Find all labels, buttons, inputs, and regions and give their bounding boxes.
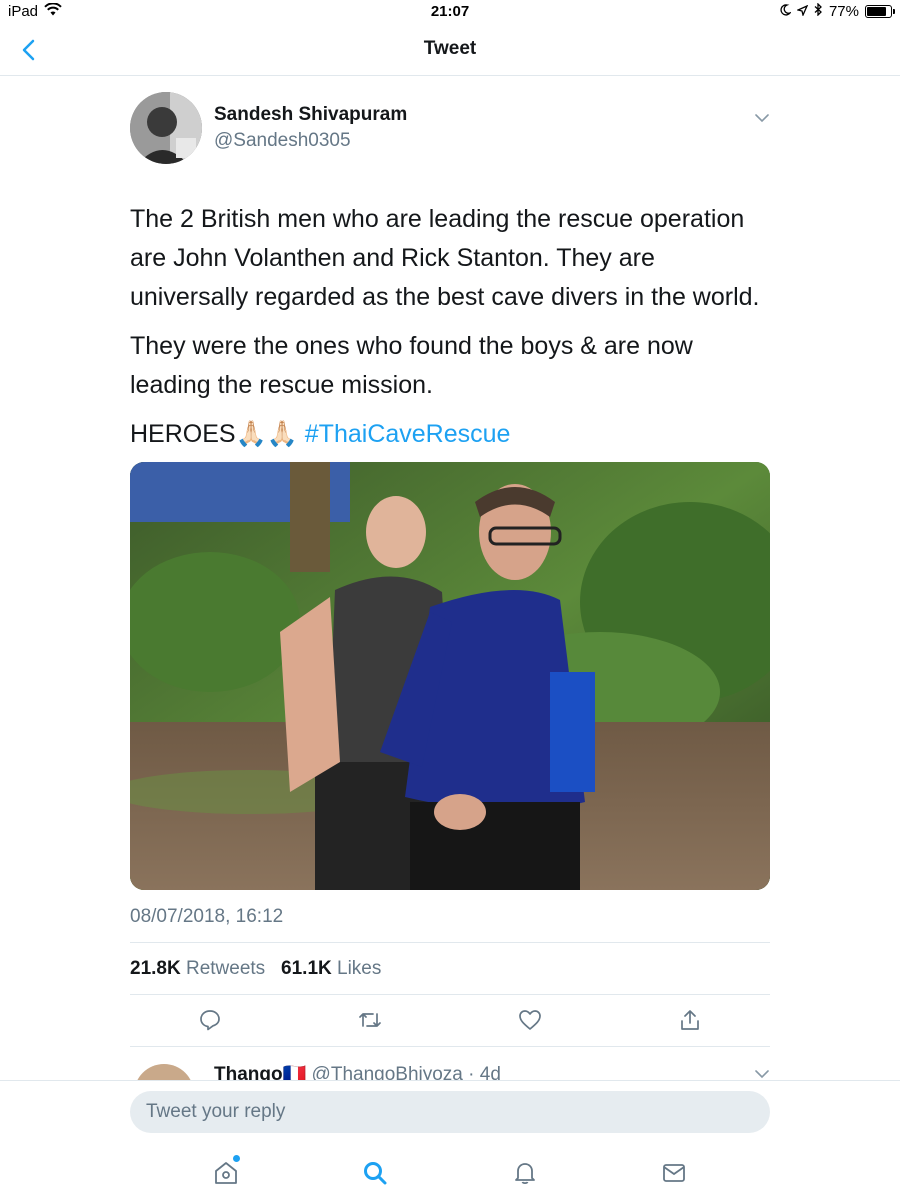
tab-messages[interactable]	[656, 1155, 692, 1191]
tab-search[interactable]	[357, 1155, 393, 1191]
retweet-label: Retweets	[185, 958, 266, 979]
location-icon	[795, 3, 809, 20]
status-time: 21:07	[430, 3, 470, 20]
tweet-timestamp: 08/07/2018, 16:12	[130, 906, 284, 927]
battery-percent: 77%	[828, 3, 859, 20]
tweet-text-heroes: HEROES🙏🏻🙏🏻	[130, 420, 305, 448]
chevron-down-icon	[755, 114, 769, 123]
tweet-paragraph-2: They were the ones who found the boys & …	[130, 332, 693, 399]
page-title: Tweet	[423, 38, 477, 59]
reply-button[interactable]	[196, 1006, 224, 1034]
tweet-photo[interactable]	[130, 462, 770, 890]
avatar[interactable]	[130, 92, 202, 164]
retweets-stat[interactable]: 21.8K Retweets	[130, 958, 265, 979]
heart-icon	[519, 1010, 541, 1030]
photo-image	[130, 462, 770, 890]
divider	[130, 1046, 770, 1047]
tab-home[interactable]	[208, 1155, 244, 1191]
tweet-text: The 2 British men who are leading the re…	[130, 200, 770, 464]
home-icon	[215, 1162, 237, 1184]
author-info[interactable]: Sandesh Shivapuram @Sandesh0305	[214, 104, 407, 152]
author-handle[interactable]: @Sandesh0305	[214, 130, 407, 152]
reply-icon	[200, 1010, 220, 1031]
tweet-actions	[130, 1006, 770, 1036]
tweet-stats: 21.8K Retweets 61.1K Likes	[130, 958, 381, 980]
retweet-count: 21.8K	[130, 958, 181, 979]
reply-input[interactable]: Tweet your reply	[130, 1091, 770, 1133]
nav-bar: Tweet	[0, 24, 900, 76]
reply-author[interactable]: Thango🇫🇷 @ThangoBhiyoza · 4d	[214, 1062, 501, 1082]
bell-icon	[515, 1163, 535, 1185]
tab-notifications[interactable]	[507, 1155, 543, 1191]
moon-icon	[780, 3, 792, 20]
compose-area: Tweet your reply	[0, 1080, 900, 1200]
battery-icon	[865, 5, 895, 18]
likes-stat[interactable]: 61.1K Likes	[281, 958, 381, 979]
tweet-paragraph-3: HEROES🙏🏻🙏🏻 #ThaiCaveRescue	[130, 415, 770, 454]
reply-preview[interactable]: Thango🇫🇷 @ThangoBhiyoza · 4d	[130, 1060, 770, 1082]
like-count: 61.1K	[281, 958, 332, 979]
author-name[interactable]: Sandesh Shivapuram	[214, 104, 407, 126]
mail-icon	[663, 1164, 685, 1182]
status-right: 77%	[780, 2, 895, 20]
like-button[interactable]	[516, 1006, 544, 1034]
battery-fill	[867, 7, 887, 16]
tab-bar	[0, 1155, 900, 1195]
retweet-button[interactable]	[356, 1006, 384, 1034]
divider	[130, 942, 770, 943]
bluetooth-icon	[814, 2, 823, 20]
hashtag-link[interactable]: #ThaiCaveRescue	[305, 420, 511, 448]
status-bar: iPad 21:07 77%	[0, 0, 900, 24]
share-icon	[681, 1010, 699, 1030]
tweet-options-button[interactable]	[754, 110, 770, 128]
share-button[interactable]	[676, 1006, 704, 1034]
notification-dot	[233, 1155, 240, 1162]
tweet-paragraph-1: The 2 British men who are leading the re…	[130, 205, 760, 311]
search-icon	[364, 1162, 387, 1185]
divider	[130, 994, 770, 995]
chevron-down-icon	[755, 1070, 769, 1079]
like-label: Likes	[337, 958, 382, 979]
retweet-icon	[359, 1013, 381, 1027]
